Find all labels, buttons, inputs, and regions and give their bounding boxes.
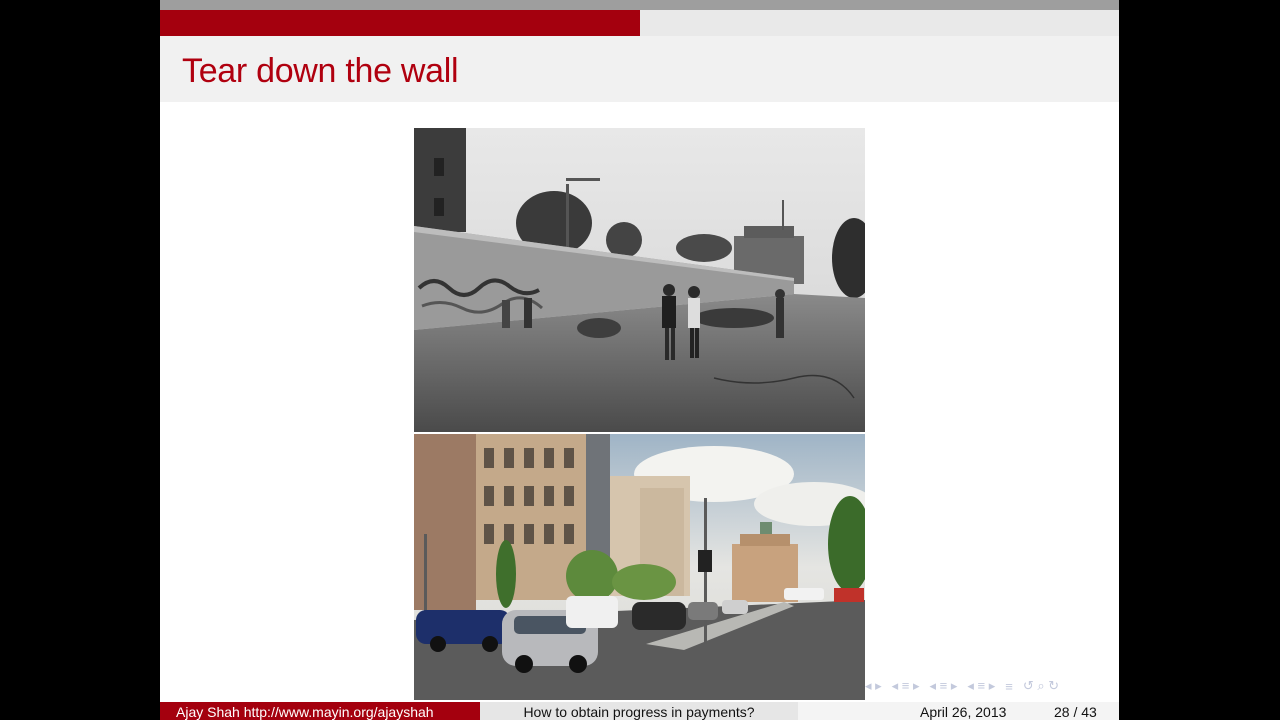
progress-fill <box>160 10 640 36</box>
footer-author: Ajay Shah http://www.mayin.org/ajayshah <box>160 702 480 720</box>
slide-title: Tear down the wall <box>182 52 459 90</box>
beamer-navigation[interactable]: ◂ ▸ ◂ ≡ ▸ ◂ ≡ ▸ ◂ ≡ ▸ ≡ ↺ ⌕ ↻ <box>865 676 1115 696</box>
back-icon[interactable]: ↺ ⌕ ↻ <box>1023 678 1059 694</box>
footer: Ajay Shah http://www.mayin.org/ajayshah … <box>160 702 1119 720</box>
footer-talk-title: How to obtain progress in payments? <box>480 702 798 720</box>
align-icon[interactable]: ≡ <box>1005 679 1013 694</box>
berlin-wall-photo <box>414 128 865 432</box>
progress-bar <box>160 10 1119 36</box>
slide: Tear down the wall ◂ ▸ ◂ ≡ ▸ ◂ ≡ ▸ ◂ ≡ ▸… <box>160 0 1119 720</box>
frame-prev-icon[interactable]: ◂ ▸ <box>865 678 882 694</box>
footer-date-page: April 26, 2013 28 / 43 <box>798 702 1119 720</box>
subsection-next-icon[interactable]: ◂ ≡ ▸ <box>967 678 995 694</box>
modern-berlin-photo <box>414 434 865 700</box>
section-prev-icon[interactable]: ◂ ≡ ▸ <box>892 678 920 694</box>
subsection-prev-icon[interactable]: ◂ ≡ ▸ <box>930 678 958 694</box>
top-bar <box>160 0 1119 10</box>
footer-date: April 26, 2013 <box>920 704 1007 720</box>
footer-page-number: 28 / 43 <box>1054 704 1097 720</box>
